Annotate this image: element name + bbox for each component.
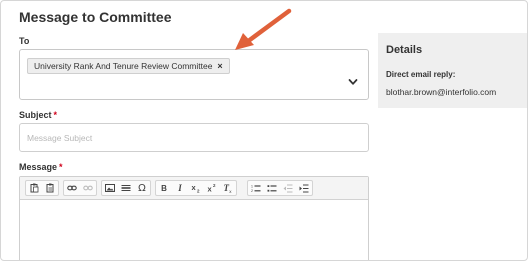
bold-glyph: B [161,183,167,193]
message-dialog: Message to Committee To University Rank … [0,0,528,261]
details-title: Details [386,44,423,56]
required-marker: * [59,162,63,172]
numbered-list-icon[interactable]: 12 [248,181,264,195]
required-marker: * [53,110,58,120]
svg-text:x: x [229,189,232,193]
svg-text:2: 2 [213,183,216,188]
clipboard-group [25,180,59,196]
svg-text:1: 1 [251,184,253,188]
svg-text:2: 2 [197,189,200,194]
recipient-select[interactable]: University Rank And Tenure Review Commit… [19,49,369,100]
subject-field-wrapper [19,123,369,152]
direct-email-label: Direct email reply: [386,70,456,79]
subscript-icon[interactable]: x2 [188,181,204,195]
svg-text:x: x [207,185,212,194]
message-label: Message * [19,162,63,172]
direct-email-value: blothar.brown@interfolio.com [386,87,497,97]
remove-format-icon[interactable]: Tx [220,181,236,195]
svg-text:2: 2 [251,189,253,193]
details-panel: Details Direct email reply: blothar.brow… [378,33,527,108]
horizontal-line-icon[interactable] [118,181,134,195]
editor-toolbar: Ω B I x2 x2 Tx 12 [20,177,368,200]
message-editor: Ω B I x2 x2 Tx 12 [19,176,369,260]
annotation-arrow-icon [235,8,292,50]
outdent-icon[interactable] [280,181,296,195]
to-label: To [19,36,30,46]
bulleted-list-icon[interactable] [264,181,280,195]
message-label-text: Message [19,162,58,172]
subject-label-text: Subject [19,110,52,120]
svg-text:x: x [191,183,196,192]
link-icon[interactable] [64,181,80,195]
chip-remove-icon[interactable]: × [217,61,222,71]
italic-glyph: I [178,183,182,193]
superscript-icon[interactable]: x2 [204,181,220,195]
special-character-icon[interactable]: Ω [134,181,150,195]
insert-group: Ω [101,180,151,196]
subject-label: Subject * [19,110,57,120]
image-icon[interactable] [102,181,118,195]
italic-icon[interactable]: I [172,181,188,195]
bold-icon[interactable]: B [156,181,172,195]
format-group: B I x2 x2 Tx [155,180,237,196]
paste-icon[interactable] [26,181,42,195]
chevron-down-icon[interactable] [348,77,358,87]
indent-icon[interactable] [296,181,312,195]
paste-text-icon[interactable] [42,181,58,195]
page-title: Message to Committee [19,9,172,25]
recipient-chip[interactable]: University Rank And Tenure Review Commit… [27,58,230,74]
list-group: 12 [247,180,313,196]
recipient-chip-label: University Rank And Tenure Review Commit… [34,61,213,71]
subject-input[interactable] [20,124,368,151]
unlink-icon[interactable] [80,181,96,195]
link-group [63,180,97,196]
